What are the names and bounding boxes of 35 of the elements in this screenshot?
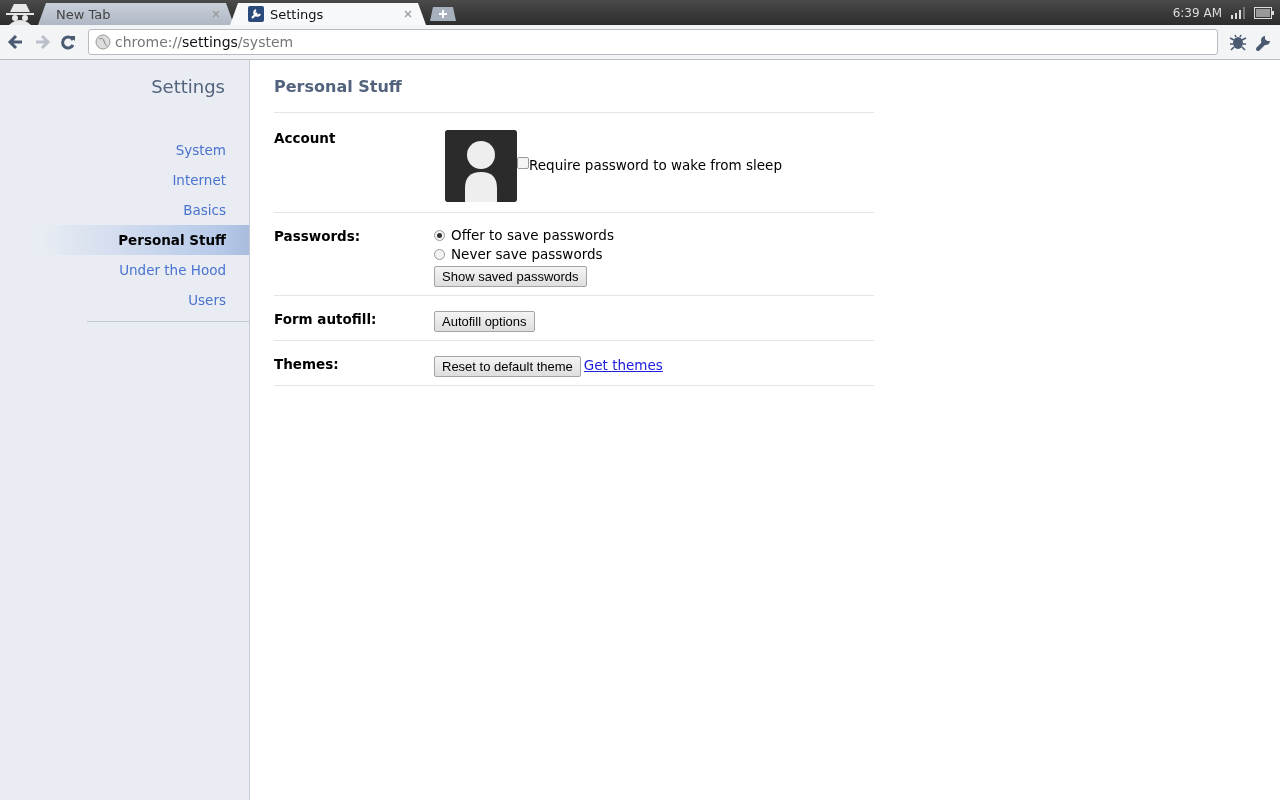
incognito-icon — [4, 1, 36, 25]
bug-icon[interactable] — [1228, 32, 1248, 52]
globe-icon — [95, 34, 111, 50]
radio-button[interactable] — [434, 249, 445, 260]
sidebar-title: Settings — [150, 76, 225, 98]
sidebar-item[interactable]: Basics — [0, 195, 249, 225]
address-bar[interactable]: chrome://settings/system — [88, 29, 1218, 55]
get-themes-link[interactable]: Get themes — [583, 357, 663, 373]
sidebar-item[interactable]: Users — [0, 285, 249, 315]
radio-button[interactable] — [434, 230, 445, 241]
sidebar-item[interactable]: Under the Hood — [0, 255, 249, 285]
battery-icon — [1254, 5, 1274, 20]
setting-button[interactable]: Autofill options — [434, 311, 535, 332]
browser-tab[interactable]: Settings — [230, 3, 426, 25]
sidebar-item[interactable]: System — [0, 135, 249, 165]
setting-label: Form autofill: — [274, 310, 378, 329]
setting-button[interactable]: Reset to default theme — [434, 356, 581, 377]
setting-button[interactable]: Show saved passwords — [434, 266, 587, 287]
reload-icon[interactable] — [58, 32, 78, 52]
radio-label: Never save passwords — [451, 245, 603, 264]
wrench-icon — [248, 6, 264, 22]
clock-time: 6:39 AM — [1172, 5, 1222, 20]
section-title: Personal Stuff — [274, 60, 874, 113]
checkbox[interactable] — [517, 157, 529, 169]
user-avatar-icon — [445, 130, 517, 202]
signal-icon — [1230, 6, 1246, 19]
sidebar-item[interactable]: Internet — [0, 165, 249, 195]
radio-label: Offer to save passwords — [451, 226, 614, 245]
checkbox-label: Require password to wake from sleep — [529, 155, 782, 175]
setting-label: Account — [274, 129, 337, 148]
browser-tab[interactable]: New Tab — [38, 3, 234, 25]
close-icon[interactable] — [404, 10, 412, 18]
new-tab-button[interactable] — [430, 7, 456, 21]
setting-label: Passwords: — [274, 227, 362, 246]
setting-label: Themes: — [274, 355, 340, 374]
